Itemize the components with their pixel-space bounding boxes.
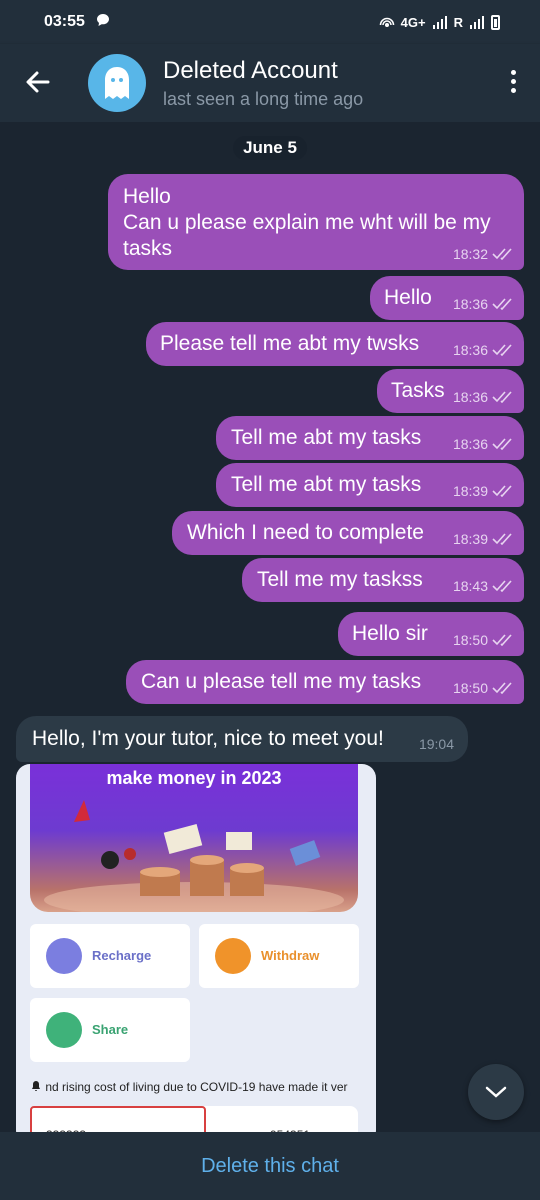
message-time: 18:36 <box>452 436 488 452</box>
news-ticker: nd rising cost of living due to COVID-19… <box>30 1080 348 1094</box>
message-time: 18:36 <box>452 389 488 405</box>
message-incoming[interactable]: Hello, I'm your tutor, nice to meet you!… <box>16 716 468 762</box>
status-bar: 03:55 4G+ R <box>0 0 540 44</box>
double-check-icon <box>492 391 512 403</box>
money-bag-icon <box>215 938 251 974</box>
double-check-icon <box>492 533 512 545</box>
signal-icon-2 <box>470 16 484 29</box>
message-time: 18:39 <box>452 531 488 547</box>
ghost-icon <box>105 67 129 99</box>
avatar[interactable] <box>88 54 146 112</box>
date-separator: June 5 <box>233 136 307 160</box>
message-time: 18:36 <box>452 342 488 358</box>
scroll-down-button[interactable] <box>468 1064 524 1120</box>
chat-notification-icon <box>97 14 109 26</box>
message-time: 18:50 <box>452 632 488 648</box>
message-text: Tasks <box>391 379 445 402</box>
message-time: 18:50 <box>452 680 488 696</box>
message-outgoing[interactable]: Tell me abt my tasks 18:36 <box>216 416 524 460</box>
share-label: Share <box>92 1022 129 1037</box>
double-check-icon <box>492 682 512 694</box>
message-text: Hello <box>123 185 171 208</box>
message-text: tasks <box>123 237 173 260</box>
message-text: Tell me my taskss <box>257 568 423 591</box>
chat-header: Deleted Account last seen a long time ag… <box>0 44 540 122</box>
image-message[interactable]: make money in 2023 Recharge Withdraw Sha… <box>16 764 376 1132</box>
double-check-icon <box>492 485 512 497</box>
withdraw-button: Withdraw <box>199 924 359 988</box>
message-outgoing[interactable]: Tasks 18:36 <box>377 369 524 413</box>
data-table: 333333 954351 <box>30 1106 358 1132</box>
hotspot-icon <box>379 17 394 27</box>
people-icon <box>46 1012 82 1048</box>
double-check-icon <box>492 298 512 310</box>
message-outgoing[interactable]: Tell me abt my tasks 18:39 <box>216 463 524 507</box>
contact-name[interactable]: Deleted Account <box>163 57 338 85</box>
message-outgoing[interactable]: Can u please tell me my tasks 18:50 <box>126 660 524 704</box>
double-check-icon <box>492 580 512 592</box>
ticker-text: nd rising cost of living due to COVID-19… <box>45 1080 348 1094</box>
message-outgoing[interactable]: Hello sir 18:50 <box>338 612 524 656</box>
back-arrow-icon[interactable] <box>20 64 56 100</box>
message-time: 18:43 <box>452 578 488 594</box>
message-text: Hello sir <box>352 622 428 645</box>
message-outgoing[interactable]: Hello 18:36 <box>370 276 524 320</box>
message-text: Can u please explain me wht will be my <box>123 211 491 234</box>
message-text: Tell me abt my tasks <box>231 473 422 496</box>
message-text: Tell me abt my tasks <box>231 426 422 449</box>
bottom-action-bar: Delete this chat <box>0 1132 540 1200</box>
share-button: Share <box>30 998 190 1062</box>
more-options-icon[interactable] <box>508 70 518 98</box>
signal-icon <box>432 16 447 29</box>
roaming-indicator: R <box>453 14 463 30</box>
message-text: Which I need to complete <box>187 521 424 544</box>
message-time: 18:39 <box>452 483 488 499</box>
message-text: Can u please tell me my tasks <box>141 670 422 693</box>
piggy-bank-icon <box>46 938 82 974</box>
recharge-button: Recharge <box>30 924 190 988</box>
message-time: 18:32 <box>452 246 488 262</box>
message-text: Please tell me abt my twsks <box>160 332 420 355</box>
double-check-icon <box>492 634 512 646</box>
delete-chat-button[interactable]: Delete this chat <box>201 1155 339 1178</box>
recharge-label: Recharge <box>92 948 152 963</box>
message-time: 19:04 <box>418 736 454 752</box>
chat-messages[interactable]: June 5 Hello Can u please explain me wht… <box>0 122 540 1132</box>
status-time: 03:55 <box>44 13 85 30</box>
battery-icon <box>491 14 500 30</box>
message-text: Hello, I'm your tutor, nice to meet you! <box>32 727 384 750</box>
bell-icon <box>32 1081 40 1091</box>
double-check-icon <box>492 344 512 356</box>
network-type: 4G+ <box>400 14 426 30</box>
double-check-icon <box>492 248 512 260</box>
message-outgoing[interactable]: Please tell me abt my twsks 18:36 <box>146 322 524 366</box>
message-time: 18:36 <box>452 296 488 312</box>
message-text: Hello <box>384 286 432 309</box>
chevron-down-icon <box>485 1086 507 1098</box>
message-outgoing[interactable]: Hello Can u please explain me wht will b… <box>108 174 524 270</box>
status-indicators: 4G+ R <box>379 12 500 32</box>
withdraw-label: Withdraw <box>261 948 320 963</box>
coins-illustration-icon <box>44 800 344 912</box>
double-check-icon <box>492 438 512 450</box>
last-seen-status: last seen a long time ago <box>163 89 364 109</box>
message-outgoing[interactable]: Tell me my taskss 18:43 <box>242 558 524 602</box>
message-outgoing[interactable]: Which I need to complete 18:39 <box>172 511 524 555</box>
promo-banner: make money in 2023 <box>30 764 358 912</box>
